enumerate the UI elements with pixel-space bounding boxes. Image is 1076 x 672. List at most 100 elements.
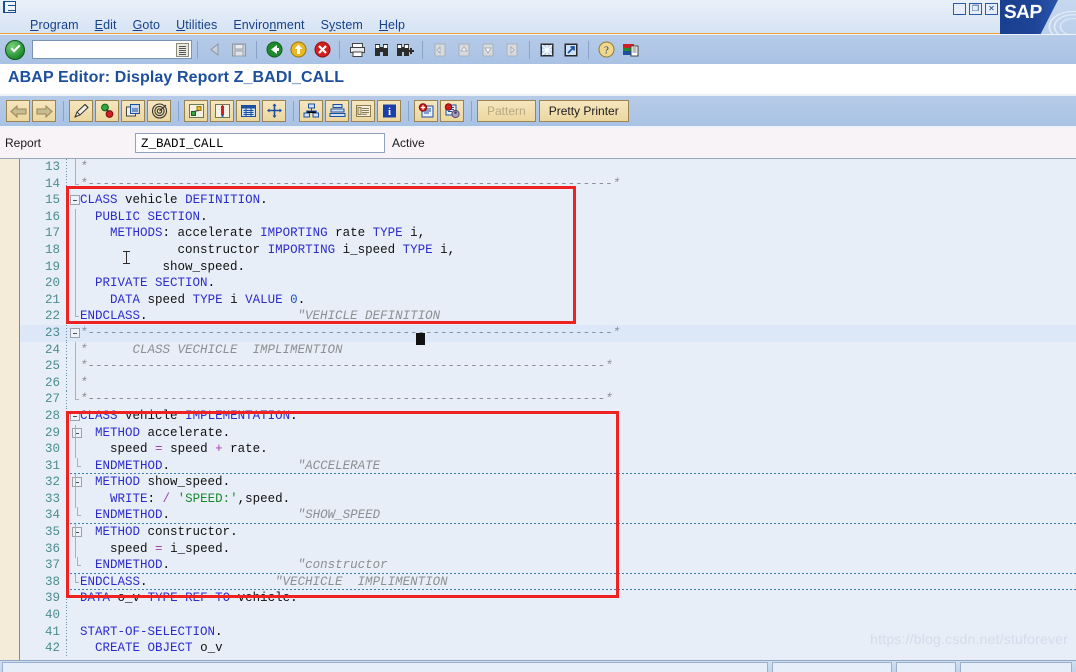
command-history-icon[interactable] xyxy=(176,43,189,57)
code-line[interactable]: 13 * xyxy=(20,159,1076,176)
create-session-icon[interactable] xyxy=(536,39,558,61)
close-button[interactable]: ✕ xyxy=(985,3,998,15)
status-session-field[interactable] xyxy=(960,662,1072,672)
code-line[interactable]: 34 ENDMETHOD. "SHOW_SPEED xyxy=(20,507,1076,525)
menu-item-goto[interactable]: Goto xyxy=(125,18,169,32)
fold-toggle-icon[interactable] xyxy=(70,327,80,338)
system-menu-icon[interactable] xyxy=(3,1,16,13)
code-editor[interactable]: 13 * 14 *----------------------------------… xyxy=(0,158,1076,661)
code-line[interactable]: 19 show_speed. xyxy=(20,258,1076,276)
create-shortcut-icon[interactable] xyxy=(560,39,582,61)
code-line[interactable]: 32 METHOD show_speed. xyxy=(20,474,1076,492)
line-number: 31 xyxy=(44,458,60,473)
code-line[interactable]: 24 * CLASS VECHICLE IMPLIMENTION xyxy=(20,341,1076,359)
pattern-button[interactable]: Pattern xyxy=(477,100,536,122)
find-next-icon[interactable] xyxy=(394,39,416,61)
code-line[interactable]: 37 ENDMETHOD. "constructor xyxy=(20,557,1076,575)
list-table-icon[interactable] xyxy=(351,100,375,122)
toolbar-divider xyxy=(408,101,409,121)
fold-guide-line xyxy=(75,490,76,508)
code-line[interactable]: 27 *-------------------------------------… xyxy=(20,391,1076,409)
code-line[interactable]: 23 *-------------------------------------… xyxy=(20,324,1076,342)
back-nav-icon[interactable] xyxy=(204,39,226,61)
search-replace-icon[interactable] xyxy=(440,100,464,122)
fold-guide-line xyxy=(75,241,76,259)
command-field[interactable] xyxy=(32,40,192,59)
insert-statement-icon[interactable] xyxy=(414,100,438,122)
code-line[interactable]: 14 *-------------------------------------… xyxy=(20,175,1076,193)
code-line[interactable]: 15 CLASS vehicle DEFINITION. xyxy=(20,192,1076,210)
info-blue-icon[interactable]: i xyxy=(377,100,401,122)
previous-page-icon[interactable] xyxy=(453,39,475,61)
back-green-arrow-icon[interactable] xyxy=(263,39,285,61)
command-input[interactable] xyxy=(35,41,177,58)
print-icon[interactable] xyxy=(346,39,368,61)
code-text: DATA speed TYPE i VALUE 0. xyxy=(110,292,306,307)
save-icon[interactable] xyxy=(228,39,250,61)
report-name-field[interactable] xyxy=(135,133,385,153)
restore-button[interactable]: ❐ xyxy=(969,3,982,15)
find-binoculars-icon[interactable] xyxy=(370,39,392,61)
pretty-printer-button[interactable]: Pretty Printer xyxy=(538,100,629,122)
code-line[interactable]: 28 CLASS vehicle IMPLEMENTATION. xyxy=(20,407,1076,425)
report-name-input[interactable] xyxy=(139,135,385,153)
menu-item-environment[interactable]: Environment xyxy=(225,18,312,32)
where-used-icon[interactable] xyxy=(147,100,171,122)
code-line[interactable]: 38 ENDCLASS. "VECHICLE IMPLIMENTION xyxy=(20,573,1076,591)
code-line[interactable]: 40 xyxy=(20,607,1076,625)
back-arrow-icon[interactable] xyxy=(6,100,30,122)
last-page-icon[interactable] xyxy=(501,39,523,61)
code-line[interactable]: 26 * xyxy=(20,374,1076,392)
code-line[interactable]: 31 ENDMETHOD. "ACCELERATE xyxy=(20,457,1076,475)
first-page-icon[interactable] xyxy=(429,39,451,61)
code-line[interactable]: 29 METHOD accelerate. xyxy=(20,424,1076,442)
navigation-stack-icon[interactable] xyxy=(184,100,208,122)
fold-toggle-icon[interactable] xyxy=(70,410,80,421)
gutter-divider xyxy=(66,391,67,409)
menu-item-program[interactable]: Program xyxy=(22,18,87,32)
stack-layers-icon[interactable] xyxy=(325,100,349,122)
toolbar-divider xyxy=(63,101,64,121)
activate-icon[interactable] xyxy=(121,100,145,122)
menu-item-help[interactable]: Help xyxy=(371,18,413,32)
code-lines-container[interactable]: 13 * 14 *----------------------------------… xyxy=(20,159,1076,661)
fold-toggle-icon[interactable] xyxy=(70,195,80,206)
page-title: ABAP Editor: Display Report Z_BADI_CALL xyxy=(8,69,345,86)
display-object-list-icon[interactable] xyxy=(236,100,260,122)
minimize-button[interactable]: _ xyxy=(953,3,966,15)
code-line[interactable]: 21 DATA speed TYPE i VALUE 0. xyxy=(20,291,1076,309)
customize-layout-icon[interactable] xyxy=(619,39,641,61)
code-line[interactable]: 17 METHODS: accelerate IMPORTING rate TY… xyxy=(20,225,1076,243)
code-line[interactable]: 16 PUBLIC SECTION. xyxy=(20,208,1076,226)
code-text: METHOD show_speed. xyxy=(95,475,231,490)
menu-item-system[interactable]: System xyxy=(313,18,371,32)
code-line[interactable]: 39 DATA o_v TYPE REF TO vehicle. xyxy=(20,590,1076,608)
fold-guide-line xyxy=(75,208,76,226)
line-number: 25 xyxy=(44,359,60,374)
breakpoint-icon[interactable] xyxy=(210,100,234,122)
help-question-icon[interactable]: ? xyxy=(595,39,617,61)
exit-yellow-arrow-icon[interactable] xyxy=(287,39,309,61)
enter-ok-icon[interactable] xyxy=(5,39,25,60)
display-change-pencil-icon[interactable] xyxy=(69,100,93,122)
check-syntax-icon[interactable] xyxy=(95,100,119,122)
code-line[interactable]: 18 constructor IMPORTING i_speed TYPE i, xyxy=(20,241,1076,259)
hierarchy-icon[interactable] xyxy=(299,100,323,122)
code-line[interactable]: 25 *-------------------------------------… xyxy=(20,358,1076,376)
code-line[interactable]: 36 speed = i_speed. xyxy=(20,540,1076,558)
code-text: * CLASS VECHICLE IMPLIMENTION xyxy=(80,342,343,357)
menu-item-edit[interactable]: Edit xyxy=(87,18,125,32)
code-line[interactable]: 35 METHOD constructor. xyxy=(20,524,1076,542)
other-object-icon[interactable] xyxy=(262,100,286,122)
forward-arrow-icon[interactable] xyxy=(32,100,56,122)
cancel-red-x-icon[interactable] xyxy=(311,39,333,61)
code-line[interactable]: 33 WRITE: / 'SPEED:',speed. xyxy=(20,490,1076,508)
code-line[interactable]: 30 speed = speed + rate. xyxy=(20,441,1076,459)
code-line[interactable]: 22 ENDCLASS. "VEHICLE DEFINITION xyxy=(20,308,1076,326)
code-line[interactable]: 20 PRIVATE SECTION. xyxy=(20,275,1076,293)
next-page-icon[interactable] xyxy=(477,39,499,61)
gutter-divider xyxy=(66,258,67,276)
line-number: 23 xyxy=(44,325,60,340)
gutter-divider xyxy=(66,159,67,176)
menu-item-utilities[interactable]: Utilities xyxy=(168,18,225,32)
